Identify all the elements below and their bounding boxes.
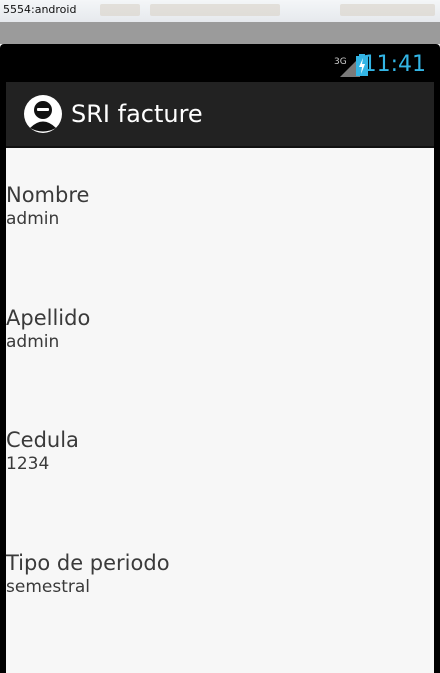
field-label: Apellido: [6, 306, 91, 330]
app-title: SRI facture: [71, 100, 203, 128]
network-type-label: 3G: [334, 57, 347, 67]
field-value: admin: [6, 332, 60, 352]
field-label: Nombre: [6, 183, 90, 207]
action-bar: SRI facture: [6, 82, 434, 148]
profile-details: Nombre admin Apellido admin Cedula 1234 …: [6, 148, 434, 673]
field-value: semestral: [6, 577, 90, 597]
blurred-tab: [100, 4, 140, 16]
app-logo-icon[interactable]: [24, 95, 62, 133]
status-clock: 11:41: [362, 52, 426, 77]
blurred-tab: [340, 4, 435, 16]
field-value: 1234: [6, 454, 50, 474]
field-value: admin: [6, 209, 60, 229]
emulator-window-title: 5554:android: [3, 3, 77, 16]
field-apellido: Apellido admin: [6, 305, 90, 353]
device-frame-edge: [434, 148, 440, 673]
field-label: Tipo de periodo: [6, 551, 170, 575]
emulator-toolbar: [0, 22, 440, 44]
field-nombre: Nombre admin: [6, 182, 89, 230]
field-cedula: Cedula 1234: [6, 427, 79, 475]
field-label: Cedula: [6, 428, 79, 452]
field-tipo-periodo: Tipo de periodo semestral: [6, 550, 170, 598]
emulator-title-bar: 5554:android: [0, 0, 440, 23]
blurred-tab: [150, 4, 280, 16]
status-bar: 3G 11:41: [6, 46, 434, 82]
